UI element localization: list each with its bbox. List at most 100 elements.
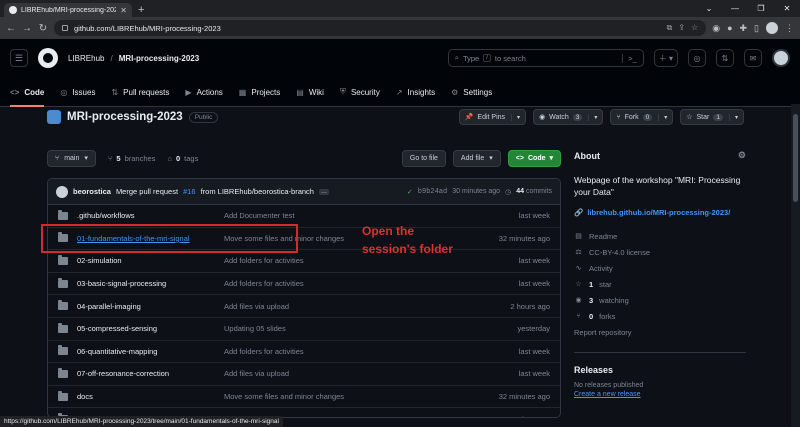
fork-count: 0 — [642, 113, 653, 121]
chevron-down-icon[interactable]: ⌄ — [696, 0, 722, 17]
inbox-icon[interactable]: ✉ — [744, 49, 762, 67]
report-repository-link[interactable]: Report repository — [574, 324, 746, 340]
file-row[interactable]: 03-basic-signal-processing Add folders fo… — [48, 273, 560, 296]
watch-label: Watch — [549, 113, 569, 121]
branch-select-button[interactable]: ⑂ main ▾ — [47, 149, 96, 167]
install-icon[interactable]: ⧉ — [667, 23, 673, 33]
releases-heading[interactable]: Releases — [574, 365, 746, 375]
file-commit-message[interactable]: Updating 05 slides — [224, 324, 517, 333]
file-name-link[interactable]: 03-basic-signal-processing — [77, 279, 224, 288]
tab-settings[interactable]: ⚙ Settings — [451, 88, 492, 107]
file-row[interactable]: 02-simulation Add folders for activities l… — [48, 250, 560, 273]
watch-button[interactable]: ◉ Watch 3 ▾ — [533, 109, 604, 125]
command-palette-icon[interactable]: >_ — [622, 53, 637, 63]
minimize-icon[interactable]: — — [722, 0, 748, 17]
profile-avatar[interactable] — [766, 22, 778, 34]
search-input[interactable]: ⌕ Type / to search >_ — [447, 49, 644, 67]
file-commit-message[interactable]: Add folders for activities — [224, 347, 519, 356]
add-file-button[interactable]: Add file ▾ — [452, 149, 501, 167]
star-button[interactable]: ☆ Star 1 ▾ — [680, 109, 744, 125]
extension-icon[interactable]: ◉ — [712, 23, 720, 34]
file-name-link[interactable]: 04-parallel-imaging — [77, 302, 224, 311]
commit-author[interactable]: beorostica — [73, 187, 111, 196]
page-title[interactable]: MRI-processing-2023 — [67, 111, 183, 123]
commit-message-prefix[interactable]: Merge pull request — [116, 187, 178, 196]
file-row[interactable]: 04-parallel-imaging Add files via upload 2… — [48, 295, 560, 318]
github-logo-icon[interactable] — [38, 48, 58, 68]
fork-button[interactable]: ⑂ Fork 0 ▾ — [610, 109, 674, 125]
tab-security[interactable]: ⛨ Security — [340, 87, 380, 107]
file-name-link[interactable]: docs — [77, 392, 224, 401]
file-commit-message[interactable]: Add files via upload — [224, 302, 510, 311]
forks-link[interactable]: ⑂ 0 forks — [574, 308, 746, 324]
sidepanel-icon[interactable]: ▯ — [754, 23, 759, 34]
extension-icon[interactable]: ● — [727, 23, 732, 33]
more-menu-icon[interactable]: ⋮ — [785, 23, 794, 34]
code-button[interactable]: <> Code ▾ — [507, 149, 561, 167]
file-commit-message[interactable]: Move some files and minor changes — [224, 392, 499, 401]
file-row[interactable]: docs Move some files and minor changes 32 … — [48, 386, 560, 409]
commit-author-avatar[interactable] — [56, 185, 68, 198]
scrollbar-thumb[interactable] — [793, 114, 798, 202]
commit-pr-link[interactable]: #16 — [183, 187, 196, 196]
hamburger-menu-icon[interactable]: ☰ — [10, 49, 28, 67]
file-row[interactable]: 06-quantitative-mapping Add folders for a… — [48, 341, 560, 364]
tab-wiki[interactable]: ▤ Wiki — [296, 88, 324, 107]
check-icon[interactable]: ✓ — [407, 188, 413, 196]
close-window-icon[interactable]: ✕ — [774, 0, 800, 17]
activity-link[interactable]: ∿ Activity — [574, 260, 746, 276]
readme-link[interactable]: ▤ Readme — [574, 228, 746, 244]
pull-requests-icon[interactable]: ⇅ — [716, 49, 734, 67]
create-new-button[interactable]: ＋ ▾ — [653, 49, 678, 67]
stars-link[interactable]: ☆ 1 star — [574, 276, 746, 292]
tab-issues[interactable]: ◎ Issues — [60, 88, 95, 107]
tab-code[interactable]: <> Code — [10, 88, 45, 107]
tab-projects[interactable]: ▦ Projects — [239, 88, 280, 107]
file-row[interactable]: 07-off-resonance-correction Add files via… — [48, 363, 560, 386]
branches-link[interactable]: ⑂ 5 branches — [108, 154, 156, 163]
no-releases-text: No releases published — [574, 382, 644, 389]
tab-actions[interactable]: ▶ Actions — [185, 88, 222, 107]
breadcrumb-repo[interactable]: MRI-processing-2023 — [119, 54, 199, 63]
file-name-link[interactable]: .github/workflows — [77, 211, 224, 220]
file-name-link[interactable]: 07-off-resonance-correction — [77, 369, 224, 378]
address-url: github.com/LIBREhub/MRI-processing-2023 — [74, 23, 221, 33]
expand-commit-button[interactable]: … — [318, 188, 329, 195]
file-commit-message[interactable]: Add folders for activities — [224, 279, 519, 288]
browser-tab[interactable]: LIBREhub/MRI-processing-2023 ✕ — [4, 3, 132, 17]
page-scrollbar[interactable] — [791, 104, 800, 427]
commit-sha[interactable]: b9b24ad — [418, 188, 447, 196]
go-to-file-button[interactable]: Go to file — [401, 149, 446, 167]
create-release-link[interactable]: Create a new release — [574, 391, 746, 398]
file-name-link[interactable]: 05-compressed-sensing — [77, 324, 224, 333]
new-tab-icon[interactable]: + — [138, 4, 144, 16]
back-icon[interactable]: ← — [6, 23, 16, 34]
gear-icon[interactable]: ⚙ — [738, 150, 746, 161]
chevron-down-icon: ▾ — [588, 113, 597, 121]
tab-insights[interactable]: ↗ Insights — [396, 88, 435, 107]
file-row[interactable]: 05-compressed-sensing Updating 05 slides y… — [48, 318, 560, 341]
file-name-link[interactable]: 02-simulation — [77, 256, 224, 265]
commits-link[interactable]: 44 commits — [516, 188, 552, 195]
tab-pull-requests[interactable]: ⇅ Pull requests — [111, 88, 169, 107]
license-link[interactable]: ⚖ CC-BY-4.0 license — [574, 244, 746, 260]
tags-link[interactable]: ⌂ 0 tags — [167, 154, 198, 163]
restore-icon[interactable]: ❐ — [748, 0, 774, 17]
watching-link[interactable]: ◉ 3 watching — [574, 292, 746, 308]
puzzle-icon[interactable]: ✚ — [740, 23, 748, 34]
bookmark-star-icon[interactable]: ☆ — [691, 23, 698, 33]
user-avatar[interactable] — [772, 49, 790, 67]
file-commit-message[interactable]: Add Documenter test — [224, 211, 519, 220]
issues-icon[interactable]: ◎ — [688, 49, 706, 67]
breadcrumb-owner[interactable]: LIBREhub — [68, 54, 104, 63]
close-tab-icon[interactable]: ✕ — [120, 6, 127, 15]
file-commit-message[interactable]: Add files via upload — [224, 369, 519, 378]
share-icon[interactable]: ⇪ — [678, 23, 685, 33]
edit-pins-button[interactable]: 📌 Edit Pins ▾ — [458, 109, 527, 125]
forward-icon[interactable]: → — [22, 23, 32, 34]
homepage-link[interactable]: 🔗 librehub.github.io/MRI-processing-2023/ — [574, 208, 746, 217]
commit-message-suffix[interactable]: from LIBREhub/beorostica-branch — [201, 187, 314, 196]
reload-icon[interactable]: ↻ — [38, 23, 48, 34]
file-name-link[interactable]: 06-quantitative-mapping — [77, 347, 224, 356]
address-bar[interactable]: github.com/LIBREhub/MRI-processing-2023 … — [54, 20, 707, 36]
